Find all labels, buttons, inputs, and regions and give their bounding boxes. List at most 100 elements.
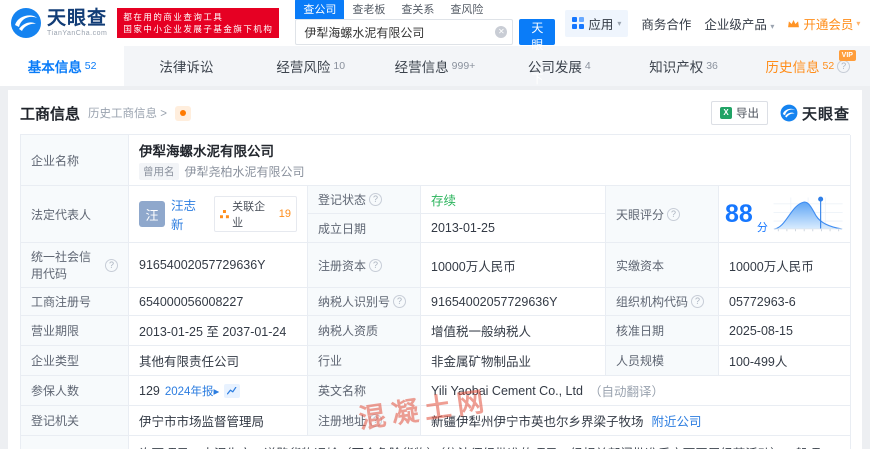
help-icon[interactable]: ?	[691, 295, 705, 308]
help-icon[interactable]: ?	[105, 258, 118, 272]
field-value-taxpayer-id: 91654002057729636Y	[421, 288, 606, 316]
tyc-score[interactable]: 88 分	[719, 186, 851, 243]
field-value-english-name: Yili Yaobai Cement Co., Ltd （自动翻译）	[421, 376, 851, 406]
chevron-down-icon: ▾	[617, 18, 622, 28]
company-name: 伊犁海螺水泥有限公司	[139, 144, 274, 159]
business-info-table: 企业名称 伊犁海螺水泥有限公司 曾用名 伊犁尧柏水泥有限公司 法定代表人 汪 汪…	[20, 134, 851, 449]
field-label-tyc-score: 天眼评分?	[606, 186, 719, 243]
auto-translate-note: （自动翻译）	[588, 385, 664, 399]
field-label-paid-capital: 实缴资本	[606, 243, 719, 288]
field-value-industry: 非金属矿物制品业	[421, 346, 606, 376]
field-value-staff-size: 100-499人	[719, 346, 851, 376]
former-name: 伊犁尧柏水泥有限公司	[184, 165, 305, 179]
tab-history-info[interactable]: VIP 历史信息 52 ?	[746, 46, 870, 86]
field-label-business-scope: 经营范围?	[21, 436, 129, 449]
field-label-legal-rep: 法定代表人	[21, 186, 129, 243]
related-companies-icon	[220, 209, 230, 218]
field-label-founded-date: 成立日期	[308, 214, 421, 242]
field-label-taxpayer-id: 纳税人识别号?	[308, 288, 421, 316]
chevron-down-icon: ▾	[856, 18, 861, 28]
field-label-reg-number: 工商注册号	[21, 288, 129, 316]
field-value-reg-authority: 伊宁市市场监督管理局	[129, 406, 308, 436]
field-label-reg-status: 登记状态?	[308, 186, 421, 214]
help-icon[interactable]: ?	[393, 295, 407, 308]
score-value: 88	[725, 199, 753, 228]
brand-name: 天眼查	[47, 8, 108, 29]
tab-intellectual-property[interactable]: 知识产权 36	[621, 46, 745, 86]
vip-badge: VIP	[838, 50, 856, 61]
status-founded-subtable: 登记状态? 存续 成立日期 2013-01-25	[308, 186, 606, 243]
field-label-uscc: 统一社会信用代码?	[21, 243, 129, 288]
nav-cooperation[interactable]: 商务合作	[641, 14, 691, 33]
english-name: Yili Yaobai Cement Co., Ltd	[431, 383, 583, 398]
legal-rep-link[interactable]: 汪志新	[171, 195, 208, 233]
section-title: 工商信息	[20, 105, 81, 123]
reg-address: 新疆伊犁州伊宁市英也尔乡界梁子牧场	[431, 415, 644, 429]
field-label-company-type: 企业类型	[21, 346, 129, 376]
tab-basic-info[interactable]: 基本信息 52	[0, 46, 125, 86]
nav-vip[interactable]: 开通会员 ▾	[787, 14, 860, 33]
search-tab-risk[interactable]: 查风险	[442, 0, 491, 19]
field-value-uscc: 91654002057729636Y	[129, 243, 308, 288]
field-label-staff-size: 人员规模	[606, 346, 719, 376]
field-value-reg-status: 存续	[421, 186, 605, 214]
help-icon[interactable]: ?	[369, 258, 383, 272]
section-header: 工商信息 历史工商信息 > X 导出 天眼查	[8, 90, 862, 134]
field-value-company-type: 其他有限责任公司	[129, 346, 308, 376]
field-value-org-code: 05772963-6	[719, 288, 851, 316]
help-icon[interactable]: ?	[837, 59, 851, 73]
field-label-org-code: 组织机构代码?	[606, 288, 719, 316]
field-value-reg-capital: 10000万人民币	[421, 243, 606, 288]
field-value-business-term: 2013-01-25 至 2037-01-24	[129, 316, 308, 346]
search-button[interactable]: 天眼一下	[519, 19, 556, 86]
nav-apps[interactable]: 应用 ▾	[565, 9, 629, 37]
field-label-approval-date: 核准日期	[606, 316, 719, 346]
export-button[interactable]: X 导出	[710, 101, 768, 125]
tianyancha-page: 天眼查 TianYanCha.com 都在用的商业查询工具 国家中小企业发展子基…	[0, 0, 870, 449]
history-business-info-link[interactable]: 历史工商信息 >	[88, 105, 167, 121]
insured-count: 129	[139, 383, 160, 398]
excel-icon: X	[719, 107, 732, 119]
help-icon[interactable]: ?	[369, 193, 383, 206]
related-companies-badge[interactable]: 关联企业 19	[214, 196, 297, 232]
brand-logo[interactable]: 天眼查 TianYanCha.com	[10, 7, 107, 39]
search-tab-relation[interactable]: 查关系	[393, 0, 442, 19]
field-label-industry: 行业	[308, 346, 421, 376]
help-icon[interactable]: ?	[369, 414, 383, 427]
brand-slogan: 都在用的商业查询工具 国家中小企业发展子基金旗下机构	[117, 7, 280, 39]
tab-legal[interactable]: 法律诉讼	[124, 46, 248, 86]
business-info-card: 工商信息 历史工商信息 > X 导出 天眼查 企业名称 伊犁海螺水泥有限公司 曾…	[8, 90, 862, 449]
field-value-reg-address: 新疆伊犁州伊宁市英也尔乡界梁子牧场 附近公司	[421, 406, 851, 436]
tab-business-info[interactable]: 经营信息 999+	[373, 46, 497, 86]
nav-enterprise[interactable]: 企业级产品 ▾	[704, 14, 774, 33]
field-label-company-name: 企业名称	[21, 135, 129, 186]
field-value-business-scope: 许可项目：水泥生产；道路货物运输（不含危险货物）（依法须经批准的项目，经相关部门…	[129, 436, 851, 449]
field-value-company-name: 伊犁海螺水泥有限公司 曾用名 伊犁尧柏水泥有限公司	[129, 135, 851, 186]
field-value-founded-date: 2013-01-25	[431, 221, 495, 235]
nearby-companies-link[interactable]: 附近公司	[652, 411, 702, 430]
annual-report-link[interactable]: 2024年报▸	[165, 383, 219, 399]
search-input[interactable]	[295, 19, 514, 45]
help-icon[interactable]: ?	[667, 207, 681, 221]
field-value-paid-capital: 10000万人民币	[719, 243, 851, 288]
tab-operating-risk[interactable]: 经营风险 10	[249, 46, 373, 86]
field-value-reg-number: 654000056008227	[129, 288, 308, 316]
score-distribution-chart	[773, 196, 843, 232]
card-brand-watermark: 天眼查	[780, 103, 850, 124]
trend-chart-icon[interactable]	[224, 383, 241, 398]
score-unit: 分	[756, 222, 768, 234]
search-tab-company[interactable]: 查公司	[295, 0, 345, 19]
header: 天眼查 TianYanCha.com 都在用的商业查询工具 国家中小企业发展子基…	[0, 0, 870, 86]
legal-rep-avatar[interactable]: 汪	[139, 201, 165, 227]
tianyancha-logo-icon	[780, 104, 798, 122]
orange-dot-badge[interactable]	[174, 105, 191, 121]
header-nav: 应用 ▾ 商务合作 企业级产品 ▾ 开通会员 ▾	[565, 9, 870, 37]
brand-domain: TianYanCha.com	[47, 30, 108, 37]
search-tab-boss[interactable]: 查老板	[344, 0, 393, 19]
field-label-reg-authority: 登记机关	[21, 406, 129, 436]
tab-company-development[interactable]: 公司发展 4	[497, 46, 621, 86]
field-label-reg-address: 注册地址?	[308, 406, 421, 436]
field-label-business-term: 营业期限	[21, 316, 129, 346]
field-value-approval-date: 2025-08-15	[719, 316, 851, 346]
field-value-legal-rep: 汪 汪志新 关联企业 19	[129, 186, 308, 243]
